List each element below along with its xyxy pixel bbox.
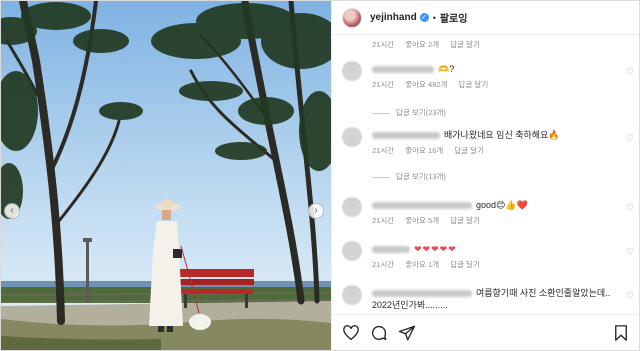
avatar[interactable]: [342, 7, 362, 28]
avatar[interactable]: [342, 241, 362, 261]
avatar[interactable]: [342, 285, 362, 305]
blurred-username: [372, 290, 472, 298]
comment-body: good😊👍❤️ 21시간 좋아요 5개 답글 달기: [372, 199, 622, 227]
likes-count[interactable]: 좋아요 16개: [405, 146, 443, 155]
timestamp: 21시간: [372, 216, 395, 225]
blurred-username: [372, 246, 410, 254]
likes-count[interactable]: 좋아요 5개: [405, 216, 439, 225]
comment-meta: 21시간 좋아요 16개 답글 달기: [372, 145, 622, 157]
chevron-left-icon[interactable]: ‹: [4, 203, 20, 219]
comment-item: 배가나왔네요 임신 축하해요🔥 21시간 좋아요 16개 답글 달기 ♡ 답글 …: [342, 127, 634, 185]
blurred-username: [372, 66, 434, 74]
comment-text: good😊👍❤️: [476, 200, 528, 210]
view-replies-label[interactable]: 답글 보기(13개): [396, 172, 446, 181]
comment-text: 🫶?: [438, 64, 455, 74]
comment-item: 🫶? 21시간 좋아요 482개 답글 달기 ♡ 답글 보기(23개): [342, 61, 634, 119]
timestamp: 21시간: [372, 260, 395, 269]
comment-body: 🫶? 21시간 좋아요 482개 답글 달기: [372, 63, 622, 91]
comment-body: 배가나왔네요 임신 축하해요🔥 21시간 좋아요 16개 답글 달기: [372, 129, 622, 157]
comment-item: good😊👍❤️ 21시간 좋아요 5개 답글 달기 ♡: [342, 197, 634, 233]
comment-icon[interactable]: [370, 324, 388, 342]
likes-count[interactable]: 좋아요 2개: [405, 40, 439, 49]
comment-meta: 21시간 좋아요 482개 답글 달기: [372, 79, 622, 91]
heart-outline-icon[interactable]: [342, 324, 360, 342]
action-bar: [332, 314, 640, 350]
timestamp: 21시간: [372, 80, 395, 89]
comment-meta: 21시간 좋아요 5개 답글 달기: [372, 215, 622, 227]
small-heart-icon[interactable]: ♡: [626, 203, 634, 214]
comments-panel: yejinhand ✓ • 팔로잉 21시간 좋아요 2개 답글 달기 🫶? 2…: [331, 1, 640, 350]
comment-item: 여름향기때 사진 소환인줄알았는데.. 2022년인가봐......... ♡: [342, 285, 634, 313]
caption-meta: 21시간 좋아요 2개 답글 달기: [372, 39, 489, 50]
separator-dot: •: [432, 12, 436, 23]
comment-body: ❤❤❤❤❤ 21시간 좋아요 1개 답글 달기: [372, 243, 622, 271]
view-replies-label[interactable]: 답글 보기(23개): [396, 108, 446, 117]
reply-button[interactable]: 답글 달기: [450, 260, 480, 269]
divider-line: [372, 176, 390, 178]
small-heart-icon[interactable]: ♡: [626, 247, 634, 258]
comment-list: 21시간 좋아요 2개 답글 달기 🫶? 21시간 좋아요 482개 답글 달기…: [332, 35, 639, 313]
avatar[interactable]: [342, 197, 362, 217]
comment-meta: 21시간 좋아요 1개 답글 달기: [372, 259, 622, 271]
username[interactable]: yejinhand: [370, 12, 417, 23]
view-replies-button[interactable]: 답글 보기(23개): [372, 107, 446, 118]
post-photo[interactable]: ‹ ›: [1, 1, 331, 350]
timestamp: 21시간: [372, 146, 395, 155]
instagram-post: ‹ › yejinhand ✓ • 팔로잉 21시간 좋아요 2개 답글 달기 …: [0, 0, 640, 351]
divider-line: [372, 112, 390, 114]
bookmark-icon[interactable]: [612, 324, 630, 342]
blurred-username: [372, 202, 472, 210]
post-header: yejinhand ✓ • 팔로잉: [332, 1, 639, 35]
comment-body: 여름향기때 사진 소환인줄알았는데.. 2022년인가봐.........: [372, 287, 622, 311]
reply-button[interactable]: 답글 달기: [459, 80, 489, 89]
reply-button[interactable]: 답글 달기: [454, 146, 484, 155]
likes-count[interactable]: 좋아요 1개: [405, 260, 439, 269]
avatar[interactable]: [342, 61, 362, 81]
comment-text: ❤❤❤❤❤: [414, 244, 457, 254]
likes-count[interactable]: 좋아요 482개: [405, 80, 447, 89]
comment-text: 배가나왔네요 임신 축하해요🔥: [444, 130, 560, 140]
chevron-right-icon[interactable]: ›: [308, 203, 324, 219]
paper-plane-icon[interactable]: [398, 324, 416, 342]
small-heart-icon[interactable]: ♡: [626, 67, 634, 78]
view-replies-button[interactable]: 답글 보기(13개): [372, 171, 446, 182]
following-button[interactable]: 팔로잉: [440, 10, 468, 25]
small-heart-icon[interactable]: ♡: [626, 291, 634, 302]
small-heart-icon[interactable]: ♡: [626, 133, 634, 144]
reply-button[interactable]: 답글 달기: [450, 216, 480, 225]
timestamp: 21시간: [372, 40, 395, 49]
reply-button[interactable]: 답글 달기: [450, 40, 480, 49]
photo-scene: [1, 1, 331, 350]
blurred-username: [372, 132, 440, 140]
verified-badge-icon: ✓: [419, 13, 429, 22]
avatar[interactable]: [342, 127, 362, 147]
comment-item: ❤❤❤❤❤ 21시간 좋아요 1개 답글 달기 ♡: [342, 241, 634, 277]
